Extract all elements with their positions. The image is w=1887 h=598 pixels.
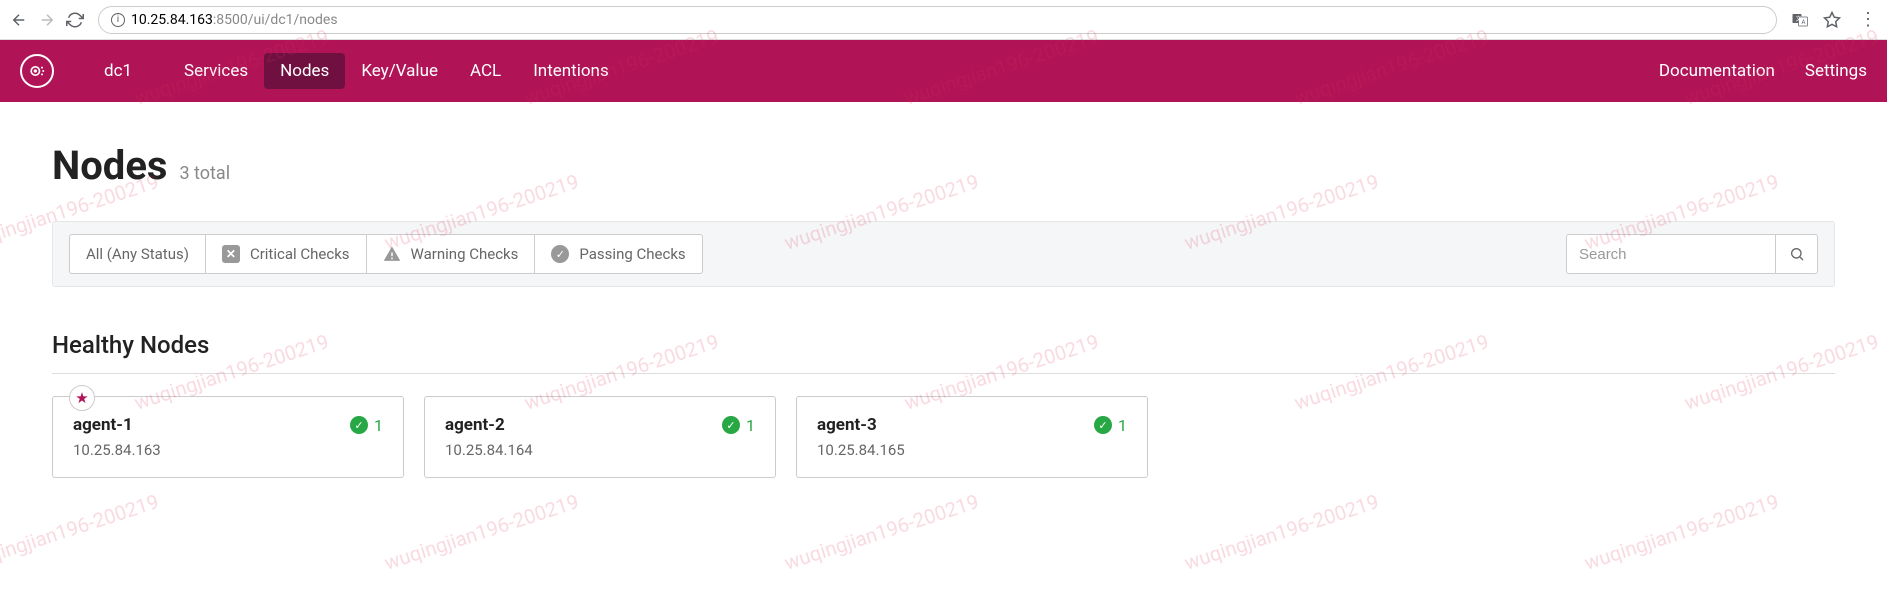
app-nav: dc1 Services Nodes Key/Value ACL Intenti… (0, 40, 1887, 102)
node-card[interactable]: agent-2 ✓ 1 10.25.84.164 (424, 396, 776, 478)
nav-settings[interactable]: Settings (1805, 61, 1867, 81)
search-input[interactable] (1566, 234, 1776, 274)
filter-critical[interactable]: ✕ Critical Checks (205, 234, 367, 274)
node-ip: 10.25.84.165 (817, 441, 1127, 459)
svg-text:文: 文 (1796, 14, 1802, 22)
passing-count: 1 (374, 416, 383, 435)
check-icon: ✓ (722, 416, 740, 434)
reload-button[interactable] (66, 11, 84, 29)
filter-warning-label: Warning Checks (411, 245, 519, 263)
page-subtitle: 3 total (179, 163, 230, 184)
filter-passing-label: Passing Checks (579, 245, 685, 263)
section-divider (52, 373, 1835, 374)
filter-bar: All (Any Status) ✕ Critical Checks Warni… (52, 221, 1835, 287)
node-ip: 10.25.84.163 (73, 441, 383, 459)
consul-logo[interactable] (20, 54, 54, 88)
browser-toolbar: i 10.25.84.163:8500/ui/dc1/nodes 文A ⋮ (0, 0, 1887, 40)
page-title: Nodes (52, 142, 167, 189)
nav-keyvalue[interactable]: Key/Value (345, 53, 454, 89)
node-card[interactable]: ★ agent-1 ✓ 1 10.25.84.163 (52, 396, 404, 478)
node-name: agent-3 (817, 415, 877, 435)
node-ip: 10.25.84.164 (445, 441, 755, 459)
search-box (1566, 234, 1818, 274)
browser-nav-buttons (10, 11, 84, 29)
filter-warning[interactable]: Warning Checks (366, 234, 536, 274)
nav-intentions[interactable]: Intentions (517, 53, 625, 89)
critical-icon: ✕ (222, 245, 240, 263)
star-icon[interactable] (1823, 11, 1841, 29)
back-button[interactable] (10, 11, 28, 29)
page-header: Nodes 3 total (52, 142, 1835, 189)
nav-right: Documentation Settings (1659, 61, 1867, 81)
node-name: agent-1 (73, 415, 133, 435)
section-title: Healthy Nodes (52, 331, 1835, 359)
node-card[interactable]: agent-3 ✓ 1 10.25.84.165 (796, 396, 1148, 478)
search-button[interactable] (1776, 234, 1818, 274)
forward-button[interactable] (38, 11, 56, 29)
leader-star-icon: ★ (69, 385, 95, 411)
node-passing-checks: ✓ 1 (1094, 416, 1127, 435)
svg-text:A: A (1802, 18, 1806, 25)
nav-items: dc1 Services Nodes Key/Value ACL Intenti… (88, 53, 1659, 89)
check-icon: ✓ (1094, 416, 1112, 434)
translate-icon[interactable]: 文A (1791, 11, 1809, 29)
node-cards: ★ agent-1 ✓ 1 10.25.84.163 agent-2 ✓ 1 1… (52, 396, 1835, 478)
menu-icon[interactable]: ⋮ (1859, 9, 1877, 30)
node-passing-checks: ✓ 1 (722, 416, 755, 435)
passing-count: 1 (746, 416, 755, 435)
datacenter-selector[interactable]: dc1 (88, 53, 148, 89)
filter-critical-label: Critical Checks (250, 245, 350, 263)
filter-all-label: All (Any Status) (86, 245, 189, 263)
page-content: Nodes 3 total All (Any Status) ✕ Critica… (0, 102, 1887, 518)
node-passing-checks: ✓ 1 (350, 416, 383, 435)
warning-icon (383, 245, 401, 263)
filter-all[interactable]: All (Any Status) (69, 234, 206, 274)
node-name: agent-2 (445, 415, 505, 435)
nav-documentation[interactable]: Documentation (1659, 61, 1775, 81)
browser-right-controls: 文A (1791, 11, 1841, 29)
url-bar[interactable]: i 10.25.84.163:8500/ui/dc1/nodes (98, 6, 1777, 34)
url-path: :8500/ui/dc1/nodes (213, 12, 338, 28)
passing-count: 1 (1118, 416, 1127, 435)
passing-icon: ✓ (551, 245, 569, 263)
filter-tabs: All (Any Status) ✕ Critical Checks Warni… (69, 234, 703, 274)
url-host: 10.25.84.163 (131, 12, 213, 28)
nav-services[interactable]: Services (168, 53, 264, 89)
info-icon: i (111, 13, 125, 27)
check-icon: ✓ (350, 416, 368, 434)
filter-passing[interactable]: ✓ Passing Checks (534, 234, 702, 274)
nav-nodes[interactable]: Nodes (264, 53, 345, 89)
nav-acl[interactable]: ACL (454, 53, 517, 89)
